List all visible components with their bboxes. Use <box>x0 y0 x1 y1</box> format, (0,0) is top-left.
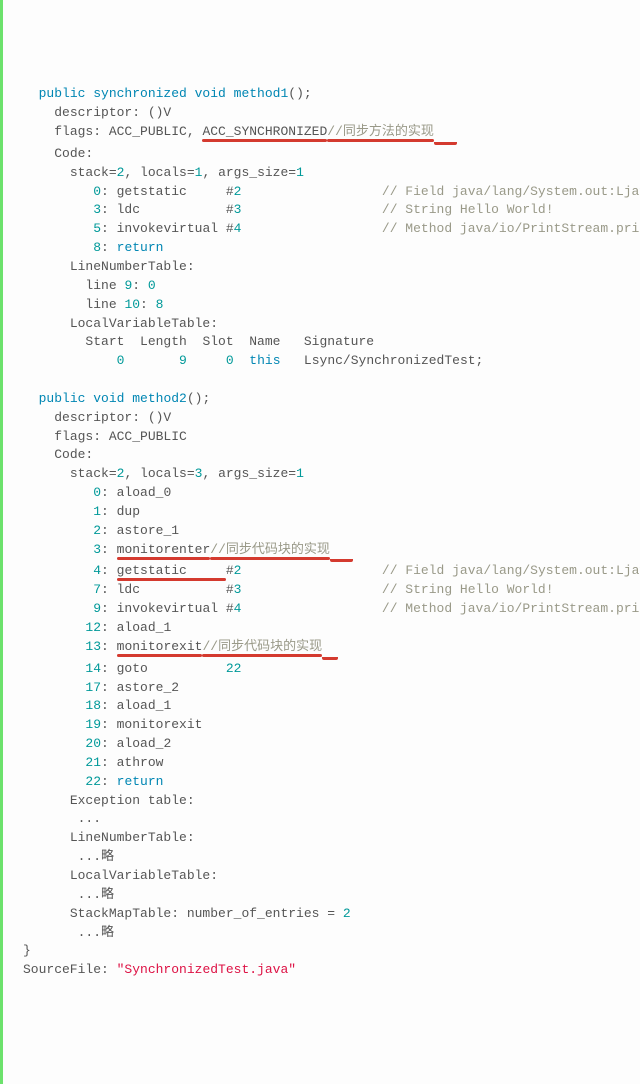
getstatic-highlight: getstatic <box>117 563 226 578</box>
method2-name: method2 <box>132 391 187 406</box>
acc-synchronized-highlight: ACC_SYNCHRONIZED <box>202 124 327 139</box>
kw-public: public synchronized void <box>39 86 234 101</box>
sync-method-comment: //同步方法的实现 <box>327 124 434 139</box>
monitorexit-highlight: monitorexit <box>117 639 203 654</box>
method1-name: method1 <box>234 86 289 101</box>
kw-public2: public void <box>39 391 133 406</box>
bytecode-comment: // Field java/lang/System.out:Ljava/io <box>382 184 640 199</box>
code-block: public synchronized void method1(); desc… <box>23 85 640 980</box>
monitorenter-highlight: monitorenter <box>117 542 211 557</box>
source-file: "SynchronizedTest.java" <box>117 962 296 977</box>
descriptor: descriptor: ()V <box>54 105 171 120</box>
